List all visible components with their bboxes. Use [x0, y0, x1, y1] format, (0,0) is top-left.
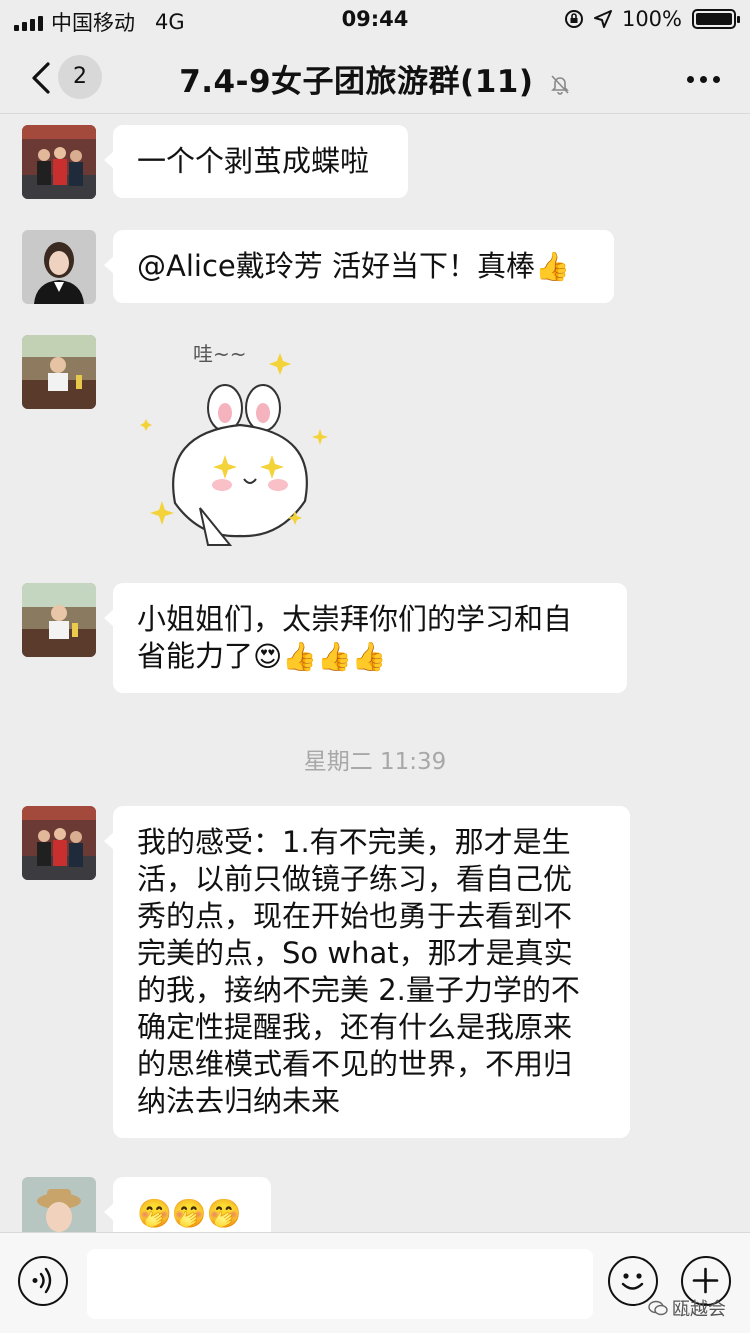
more-dots-icon: [687, 76, 694, 83]
message-text: 小姐姐们，太崇拜你们的学习和自: [137, 602, 573, 636]
sticker-caption: 哇~~: [193, 342, 247, 366]
watermark: 瓯越会: [648, 1295, 726, 1321]
message-bubble[interactable]: 一个个剥茧成蝶啦: [104, 125, 408, 198]
message-text: 省能力了: [137, 639, 254, 673]
message-line: 完美的点，So what，那才是真实: [137, 936, 573, 970]
page-title: 7.4-9女子团旅游群(11): [0, 56, 750, 101]
message-bubble[interactable]: 我的感受：1.有不完美，那才是生 活，以前只做镜子练习，看自己优 秀的点，现在开…: [104, 806, 630, 1138]
message-bubble[interactable]: 小姐姐们，太崇拜你们的学习和自 省能力了😍👍👍👍: [104, 583, 627, 693]
wechat-logo-icon: [648, 1300, 668, 1316]
battery-percent: 100%: [621, 7, 682, 31]
status-right: 100%: [564, 7, 740, 31]
avatar[interactable]: [22, 806, 96, 880]
message-line: 的思维模式看不见的世界，不用归: [137, 1047, 573, 1081]
input-bar: 瓯越会: [0, 1232, 750, 1333]
thumbs-up-emoji: 👍: [534, 250, 570, 283]
message-bubble[interactable]: @Alice戴玲芳 活好当下！真棒👍: [104, 230, 614, 303]
group-title: 7.4-9女子团旅游群(11): [179, 64, 534, 100]
avatar[interactable]: [22, 335, 96, 409]
more-button[interactable]: [687, 76, 720, 83]
bunny-sticker[interactable]: 哇~~: [130, 333, 340, 553]
message-bubble[interactable]: 🤭🤭🤭: [104, 1177, 271, 1232]
mute-bell-icon: [550, 74, 569, 95]
message-line: 确定性提醒我，还有什么是我原来: [137, 1010, 573, 1044]
message-line: 纳法去归纳未来: [137, 1084, 341, 1118]
message-line: 的我，接纳不完美 2.量子力学的不: [137, 973, 580, 1007]
emoji-sequence: 😍👍👍👍: [253, 640, 387, 673]
avatar[interactable]: [22, 583, 96, 657]
message-text: @Alice戴玲芳 活好当下！真棒: [137, 249, 535, 283]
location-arrow-icon: [593, 10, 612, 28]
chat-header: 2 7.4-9女子团旅游群(11): [0, 40, 750, 114]
timestamp: 星期二 11:39: [303, 749, 447, 775]
avatar[interactable]: [22, 230, 96, 304]
emoji-sequence: 🤭🤭🤭: [137, 1197, 242, 1230]
voice-icon: [32, 1267, 52, 1294]
avatar[interactable]: [22, 125, 96, 199]
message-input[interactable]: [87, 1249, 593, 1319]
lock-rotation-icon: [564, 10, 583, 28]
message-line: 秀的点，现在开始也勇于去看到不: [137, 899, 573, 933]
message-line: 活，以前只做镜子练习，看自己优: [137, 862, 573, 896]
battery-icon: [692, 9, 740, 29]
avatar[interactable]: [22, 1177, 96, 1232]
message-list[interactable]: 一个个剥茧成蝶啦 @Alice戴玲芳 活好当下！真棒👍 哇~~ 小姐姐们，太崇拜…: [0, 115, 750, 1232]
voice-button[interactable]: [18, 1256, 68, 1306]
watermark-text: 瓯越会: [672, 1299, 726, 1320]
status-bar: 中国移动 4G 09:44 100%: [0, 0, 750, 40]
message-text: 一个个剥茧成蝶啦: [137, 144, 370, 178]
message-line: 我的感受：1.有不完美，那才是生: [137, 825, 571, 859]
